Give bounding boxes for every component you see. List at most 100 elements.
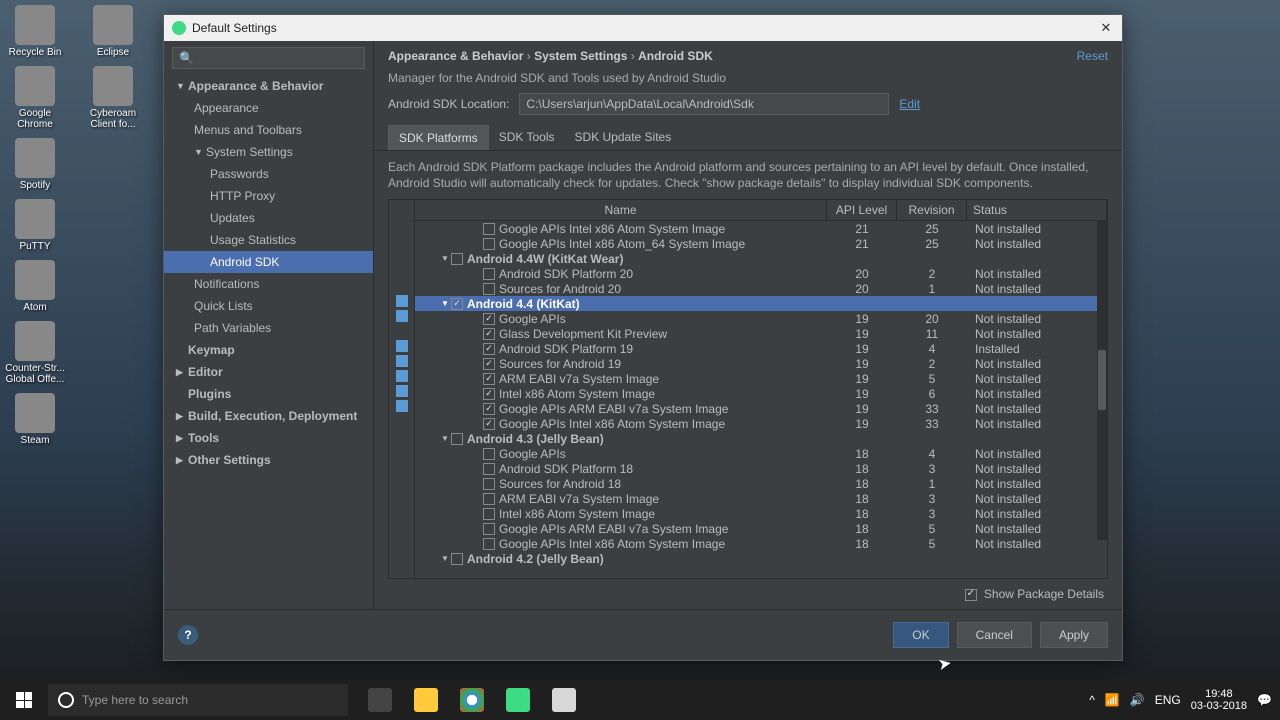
col-api[interactable]: API Level <box>827 200 897 220</box>
download-icon[interactable] <box>396 295 408 307</box>
titlebar[interactable]: Default Settings ✕ <box>164 15 1122 41</box>
desktop-icon[interactable]: Cyberoam Client fo... <box>83 66 143 130</box>
sidebar-item[interactable]: ▶Build, Execution, Deployment <box>164 405 373 427</box>
checkbox-icon[interactable] <box>483 493 495 505</box>
table-row[interactable]: Google APIs184Not installed <box>415 446 1107 461</box>
checkbox-icon[interactable] <box>483 403 495 415</box>
col-name[interactable]: Name <box>415 200 827 220</box>
table-row[interactable]: Intel x86 Atom System Image183Not instal… <box>415 506 1107 521</box>
sidebar-item[interactable]: HTTP Proxy <box>164 185 373 207</box>
desktop-icon[interactable]: Steam <box>5 393 65 446</box>
desktop-icon[interactable]: Atom <box>5 260 65 313</box>
chrome-icon[interactable] <box>450 680 494 720</box>
reset-link[interactable]: Reset <box>1077 49 1108 63</box>
app-icon[interactable] <box>542 680 586 720</box>
checkbox-icon[interactable] <box>483 538 495 550</box>
download-icon[interactable] <box>396 385 408 397</box>
sidebar-item[interactable]: Android SDK <box>164 251 373 273</box>
table-row[interactable]: Google APIs ARM EABI v7a System Image193… <box>415 401 1107 416</box>
col-rev[interactable]: Revision <box>897 200 967 220</box>
edit-link[interactable]: Edit <box>899 97 920 111</box>
sidebar-item[interactable]: ▶Other Settings <box>164 449 373 471</box>
desktop-icon[interactable]: Eclipse <box>83 5 143 58</box>
checkbox-icon[interactable] <box>483 358 495 370</box>
checkbox-icon[interactable] <box>483 328 495 340</box>
language-indicator[interactable]: ENG <box>1155 693 1181 707</box>
download-icon[interactable] <box>396 355 408 367</box>
task-view-icon[interactable] <box>358 680 402 720</box>
tab-sdk-tools[interactable]: SDK Tools <box>489 125 565 150</box>
download-icon[interactable] <box>396 310 408 322</box>
ok-button[interactable]: OK <box>893 622 948 648</box>
desktop-icon[interactable]: Recycle Bin <box>5 5 65 58</box>
table-row[interactable]: ▼Android 4.4W (KitKat Wear) <box>415 251 1107 266</box>
file-explorer-icon[interactable] <box>404 680 448 720</box>
table-row[interactable]: Sources for Android 19192Not installed <box>415 356 1107 371</box>
tab-sdk-platforms[interactable]: SDK Platforms <box>388 125 489 150</box>
scrollbar-thumb[interactable] <box>1098 350 1106 410</box>
checkbox-icon[interactable] <box>483 238 495 250</box>
table-row[interactable]: Google APIs Intel x86 Atom System Image1… <box>415 536 1107 551</box>
checkbox-icon[interactable] <box>451 298 463 310</box>
table-row[interactable]: ▼Android 4.3 (Jelly Bean) <box>415 431 1107 446</box>
table-row[interactable]: ARM EABI v7a System Image195Not installe… <box>415 371 1107 386</box>
table-row[interactable]: Android SDK Platform 20202Not installed <box>415 266 1107 281</box>
sidebar-item[interactable]: ▼System Settings <box>164 141 373 163</box>
tab-sdk-update-sites[interactable]: SDK Update Sites <box>565 125 682 150</box>
sidebar-item[interactable]: Menus and Toolbars <box>164 119 373 141</box>
sidebar-item[interactable]: Keymap <box>164 339 373 361</box>
checkbox-icon[interactable] <box>483 388 495 400</box>
sdk-location-input[interactable] <box>519 93 889 115</box>
clock[interactable]: 19:48 03-03-2018 <box>1191 688 1247 712</box>
checkbox-icon[interactable] <box>483 223 495 235</box>
download-icon[interactable] <box>396 370 408 382</box>
sidebar-item[interactable]: Quick Lists <box>164 295 373 317</box>
sidebar-item[interactable]: ▶Tools <box>164 427 373 449</box>
crumb-a[interactable]: Appearance & Behavior <box>388 49 523 63</box>
crumb-b[interactable]: System Settings <box>534 49 627 63</box>
checkbox-icon[interactable] <box>483 463 495 475</box>
checkbox-icon[interactable] <box>965 589 977 601</box>
table-row[interactable]: Google APIs Intel x86 Atom System Image1… <box>415 416 1107 431</box>
table-row[interactable]: Google APIs Intel x86 Atom_64 System Ima… <box>415 236 1107 251</box>
desktop-icon[interactable]: Google Chrome <box>5 66 65 130</box>
table-row[interactable]: ▼Android 4.4 (KitKat) <box>415 296 1107 311</box>
notifications-icon[interactable]: 💬 <box>1257 693 1272 707</box>
start-button[interactable] <box>0 680 48 720</box>
android-studio-icon[interactable] <box>496 680 540 720</box>
table-row[interactable]: Android SDK Platform 18183Not installed <box>415 461 1107 476</box>
checkbox-icon[interactable] <box>483 478 495 490</box>
checkbox-icon[interactable] <box>483 283 495 295</box>
checkbox-icon[interactable] <box>483 448 495 460</box>
table-row[interactable]: Intel x86 Atom System Image196Not instal… <box>415 386 1107 401</box>
desktop-icon[interactable]: Counter-Str... Global Offe... <box>5 321 65 385</box>
sidebar-item[interactable]: Usage Statistics <box>164 229 373 251</box>
sidebar-item[interactable]: ▼Appearance & Behavior <box>164 75 373 97</box>
sidebar-item[interactable]: Updates <box>164 207 373 229</box>
checkbox-icon[interactable] <box>451 433 463 445</box>
cancel-button[interactable]: Cancel <box>957 622 1032 648</box>
close-icon[interactable]: ✕ <box>1098 20 1114 36</box>
search-bar[interactable]: Type here to search <box>48 684 348 716</box>
table-row[interactable]: Android SDK Platform 19194Installed <box>415 341 1107 356</box>
sidebar-item[interactable]: Path Variables <box>164 317 373 339</box>
help-icon[interactable]: ? <box>178 625 198 645</box>
show-package-details[interactable]: Show Package Details <box>374 579 1122 609</box>
table-row[interactable]: Glass Development Kit Preview1911Not ins… <box>415 326 1107 341</box>
settings-search-input[interactable] <box>172 47 365 69</box>
checkbox-icon[interactable] <box>483 523 495 535</box>
checkbox-icon[interactable] <box>483 313 495 325</box>
checkbox-icon[interactable] <box>483 373 495 385</box>
checkbox-icon[interactable] <box>483 508 495 520</box>
desktop-icon[interactable]: Spotify <box>5 138 65 191</box>
scrollbar[interactable] <box>1097 220 1107 540</box>
tray-chevron-icon[interactable]: ^ <box>1089 693 1095 707</box>
checkbox-icon[interactable] <box>451 253 463 265</box>
system-tray[interactable]: ^ 📶 🔊 ENG 19:48 03-03-2018 💬 <box>1089 688 1280 712</box>
table-row[interactable]: Sources for Android 18181Not installed <box>415 476 1107 491</box>
apply-button[interactable]: Apply <box>1040 622 1108 648</box>
download-icon[interactable] <box>396 340 408 352</box>
sidebar-item[interactable]: Plugins <box>164 383 373 405</box>
desktop-icon[interactable]: PuTTY <box>5 199 65 252</box>
table-row[interactable]: ARM EABI v7a System Image183Not installe… <box>415 491 1107 506</box>
